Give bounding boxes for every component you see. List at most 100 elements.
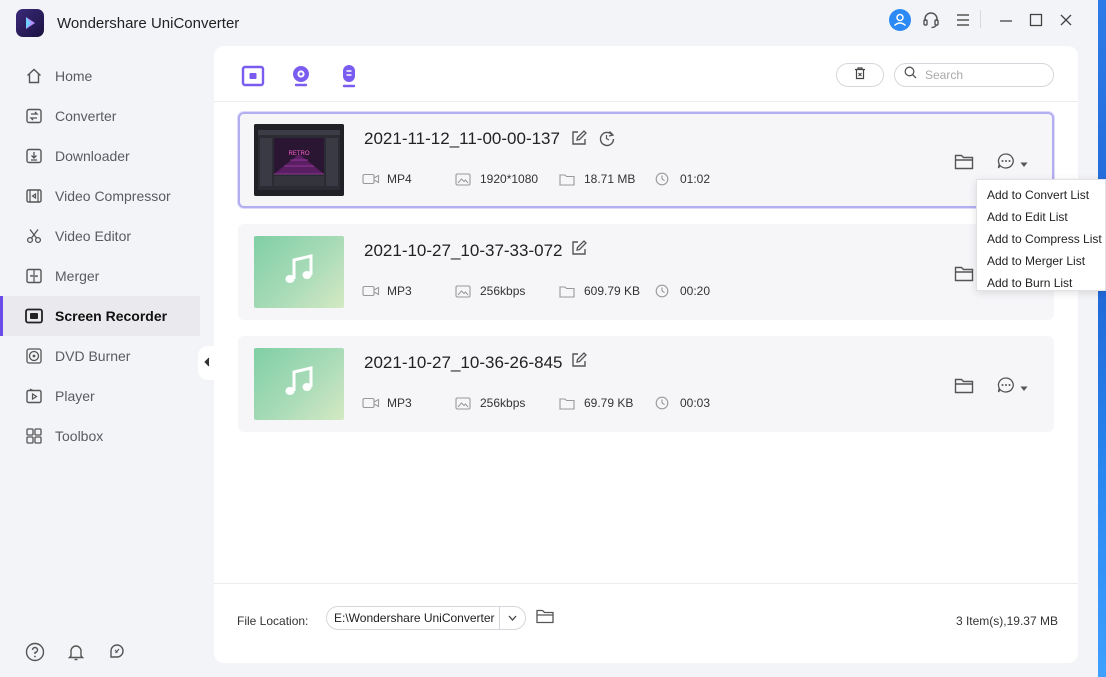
sidebar-item-player[interactable]: Player bbox=[0, 376, 200, 416]
music-note-icon bbox=[282, 253, 316, 292]
file-row[interactable]: 2021-10-27_10-36-26-845 MP3 256kbps 69.7… bbox=[238, 336, 1054, 432]
feedback-icon[interactable] bbox=[106, 641, 128, 663]
sidebar-item-label: Video Compressor bbox=[55, 188, 171, 204]
open-folder-icon[interactable] bbox=[954, 265, 974, 287]
screen-record-mode-icon[interactable] bbox=[240, 63, 266, 89]
file-name-actions bbox=[570, 239, 588, 262]
sidebar-item-label: Video Editor bbox=[55, 228, 132, 244]
sidebar-item-label: Player bbox=[55, 388, 95, 404]
items-summary: 3 Item(s),19.37 MB bbox=[955, 614, 1058, 628]
main-panel: RETRO 2021-11-12_11-00-00-137 MP4 1920*1… bbox=[214, 46, 1078, 663]
audio-record-mode-icon[interactable] bbox=[336, 63, 362, 89]
clock-icon bbox=[655, 284, 673, 298]
sidebar-item-downloader[interactable]: Downloader bbox=[0, 136, 200, 176]
file-row[interactable]: 2021-10-27_10-37-33-072 MP3 256kbps 609.… bbox=[238, 224, 1054, 320]
player-icon bbox=[24, 386, 44, 406]
sidebar-item-label: Merger bbox=[55, 268, 100, 284]
menu-item-add-to-burn[interactable]: Add to Burn List bbox=[977, 272, 1105, 294]
edit-name-icon[interactable] bbox=[570, 239, 588, 262]
file-size: 69.79 KB bbox=[559, 396, 655, 410]
recorder-toolbar bbox=[214, 46, 1078, 102]
file-location-value: E:\Wondershare UniConverter bbox=[334, 611, 495, 625]
file-size: 18.71 MB bbox=[559, 172, 655, 186]
converter-icon bbox=[24, 106, 44, 126]
video-thumbnail[interactable]: RETRO bbox=[254, 124, 344, 196]
trash-icon bbox=[853, 66, 867, 85]
menu-item-add-to-compress[interactable]: Add to Compress List bbox=[977, 228, 1105, 250]
refresh-icon[interactable] bbox=[598, 129, 616, 152]
video-camera-icon bbox=[362, 396, 380, 410]
file-format: MP4 bbox=[362, 172, 455, 186]
sidebar-item-video-compressor[interactable]: Video Compressor bbox=[0, 176, 200, 216]
sidebar-item-converter[interactable]: Converter bbox=[0, 96, 200, 136]
menu-item-add-to-merger[interactable]: Add to Merger List bbox=[977, 250, 1105, 272]
music-note-icon bbox=[282, 365, 316, 404]
sidebar-item-label: Converter bbox=[55, 108, 117, 124]
downloader-icon bbox=[24, 146, 44, 166]
file-format: MP3 bbox=[362, 284, 455, 298]
dvd-icon bbox=[24, 346, 44, 366]
sidebar-footer bbox=[24, 641, 128, 663]
open-output-folder-icon[interactable] bbox=[536, 609, 554, 629]
user-avatar-icon[interactable] bbox=[888, 8, 912, 32]
sidebar-item-label: Downloader bbox=[55, 148, 130, 164]
open-folder-icon[interactable] bbox=[954, 153, 974, 175]
file-format: MP3 bbox=[362, 396, 455, 410]
more-options-button[interactable] bbox=[996, 376, 1028, 399]
folder-icon bbox=[559, 284, 577, 298]
help-icon[interactable] bbox=[24, 641, 46, 663]
support-headset-icon[interactable] bbox=[919, 8, 943, 32]
sidebar-item-home[interactable]: Home bbox=[0, 56, 200, 96]
sidebar: Home Converter Downloader Video Compress… bbox=[0, 56, 200, 456]
edit-name-icon[interactable] bbox=[570, 129, 588, 152]
audio-thumbnail[interactable] bbox=[254, 348, 344, 420]
menu-item-add-to-convert[interactable]: Add to Convert List bbox=[977, 184, 1105, 206]
folder-icon bbox=[559, 396, 577, 410]
file-bitrate: 256kbps bbox=[455, 284, 559, 298]
edit-name-icon[interactable] bbox=[570, 351, 588, 374]
file-name: 2021-10-27_10-37-33-072 bbox=[364, 241, 563, 260]
sidebar-item-label: Toolbox bbox=[55, 428, 104, 444]
open-folder-icon[interactable] bbox=[954, 377, 974, 399]
chevron-down-icon bbox=[1020, 155, 1028, 173]
search-box[interactable] bbox=[894, 63, 1054, 87]
sidebar-item-screen-recorder[interactable]: Screen Recorder bbox=[0, 296, 200, 336]
chevron-down-icon[interactable] bbox=[499, 607, 525, 629]
file-actions bbox=[954, 152, 1028, 175]
maximize-icon[interactable] bbox=[1024, 8, 1048, 32]
file-row[interactable]: RETRO 2021-11-12_11-00-00-137 MP4 1920*1… bbox=[238, 112, 1054, 208]
title-bar: Wondershare UniConverter bbox=[0, 0, 1098, 46]
close-icon[interactable] bbox=[1054, 8, 1078, 32]
chevron-left-icon bbox=[203, 354, 211, 372]
more-options-button[interactable] bbox=[996, 152, 1028, 175]
sidebar-item-merger[interactable]: Merger bbox=[0, 256, 200, 296]
minimize-icon[interactable] bbox=[994, 8, 1018, 32]
compressor-icon bbox=[24, 186, 44, 206]
file-duration: 00:20 bbox=[655, 284, 710, 298]
app-logo-icon bbox=[16, 9, 44, 37]
file-name-actions bbox=[570, 129, 616, 152]
sidebar-item-video-editor[interactable]: Video Editor bbox=[0, 216, 200, 256]
search-input[interactable] bbox=[925, 68, 1045, 82]
chevron-down-icon bbox=[1020, 379, 1028, 397]
sidebar-item-label: DVD Burner bbox=[55, 348, 131, 364]
image-icon bbox=[455, 396, 473, 410]
file-actions bbox=[954, 376, 1028, 399]
thumbnail-caption: RETRO bbox=[289, 151, 310, 157]
sidebar-item-dvd-burner[interactable]: DVD Burner bbox=[0, 336, 200, 376]
app-title: Wondershare UniConverter bbox=[57, 15, 240, 32]
folder-icon bbox=[559, 172, 577, 186]
notification-bell-icon[interactable] bbox=[65, 641, 87, 663]
menu-item-add-to-edit[interactable]: Add to Edit List bbox=[977, 206, 1105, 228]
desktop-background bbox=[1098, 0, 1106, 677]
file-location-label: File Location: bbox=[237, 614, 309, 628]
scissors-icon bbox=[24, 226, 44, 246]
audio-thumbnail[interactable] bbox=[254, 236, 344, 308]
delete-button[interactable] bbox=[836, 63, 884, 87]
sidebar-item-toolbox[interactable]: Toolbox bbox=[0, 416, 200, 456]
file-location-select[interactable]: E:\Wondershare UniConverter bbox=[326, 606, 526, 630]
menu-icon[interactable] bbox=[951, 8, 975, 32]
file-size: 609.79 KB bbox=[559, 284, 655, 298]
webcam-record-mode-icon[interactable] bbox=[288, 63, 314, 89]
file-duration: 01:02 bbox=[655, 172, 710, 186]
